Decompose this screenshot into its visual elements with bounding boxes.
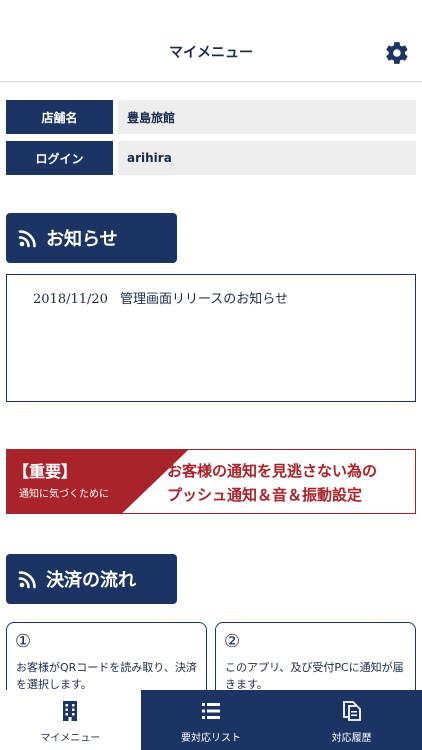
rss-icon bbox=[18, 230, 36, 248]
rss-icon bbox=[18, 571, 36, 589]
notice-list: 2018/11/20 管理画面リリースのお知らせ bbox=[6, 274, 416, 402]
app-header: マイメニュー bbox=[0, 0, 422, 82]
list-icon bbox=[202, 703, 220, 719]
step-description: このアプリ、及び受付PCに通知が届きます。 bbox=[225, 661, 404, 691]
tab-label: マイメニュー bbox=[40, 733, 101, 744]
shop-name-row: 店舗名 豊島旅館 bbox=[6, 100, 416, 134]
banner-line-1: お客様の通知を見逃さない為の bbox=[167, 462, 378, 480]
gear-icon[interactable] bbox=[384, 40, 410, 66]
step-number: ② bbox=[224, 631, 241, 652]
list-item[interactable]: 2018/11/20 管理画面リリースのお知らせ bbox=[33, 288, 288, 307]
step-number: ① bbox=[15, 631, 32, 652]
building-icon bbox=[63, 701, 78, 721]
documents-icon bbox=[342, 701, 361, 721]
banner-line-2: プッシュ通知＆音＆振動設定 bbox=[167, 486, 363, 504]
shop-name-label: 店舗名 bbox=[6, 100, 113, 134]
payment-flow-heading: 決済の流れ bbox=[6, 554, 177, 604]
payment-flow-heading-label: 決済の流れ bbox=[46, 570, 136, 591]
notice-text: 管理画面リリースのお知らせ bbox=[119, 292, 289, 307]
notification-settings-banner[interactable]: 【重要】 通知に気づくために お客様の通知を見逃さない為の プッシュ通知＆音＆振… bbox=[6, 449, 416, 514]
notice-date: 2018/11/20 bbox=[33, 292, 108, 307]
notice-heading: お知らせ bbox=[6, 213, 177, 263]
banner-tag-sub: 通知に気づくために bbox=[19, 489, 109, 500]
tab-my-menu[interactable]: マイメニュー bbox=[0, 690, 141, 750]
tab-label: 対応履歴 bbox=[331, 733, 372, 744]
login-value: arihira bbox=[118, 141, 416, 175]
banner-tag: 【重要】 bbox=[13, 462, 78, 481]
login-label: ログイン bbox=[6, 141, 113, 175]
tab-action-list[interactable]: 要対応リスト bbox=[140, 690, 282, 750]
login-row: ログイン arihira bbox=[6, 141, 416, 175]
bottom-tab-bar: マイメニュー 要対応リスト 対応履歴 bbox=[0, 690, 422, 750]
step-description: お客様がQRコードを読み取り、決済を選択します。 bbox=[16, 661, 197, 691]
page-title: マイメニュー bbox=[169, 45, 253, 61]
notice-heading-label: お知らせ bbox=[46, 229, 118, 250]
tab-label: 要対応リスト bbox=[181, 733, 241, 744]
shop-name-value: 豊島旅館 bbox=[118, 100, 416, 134]
tab-history[interactable]: 対応履歴 bbox=[281, 690, 422, 750]
